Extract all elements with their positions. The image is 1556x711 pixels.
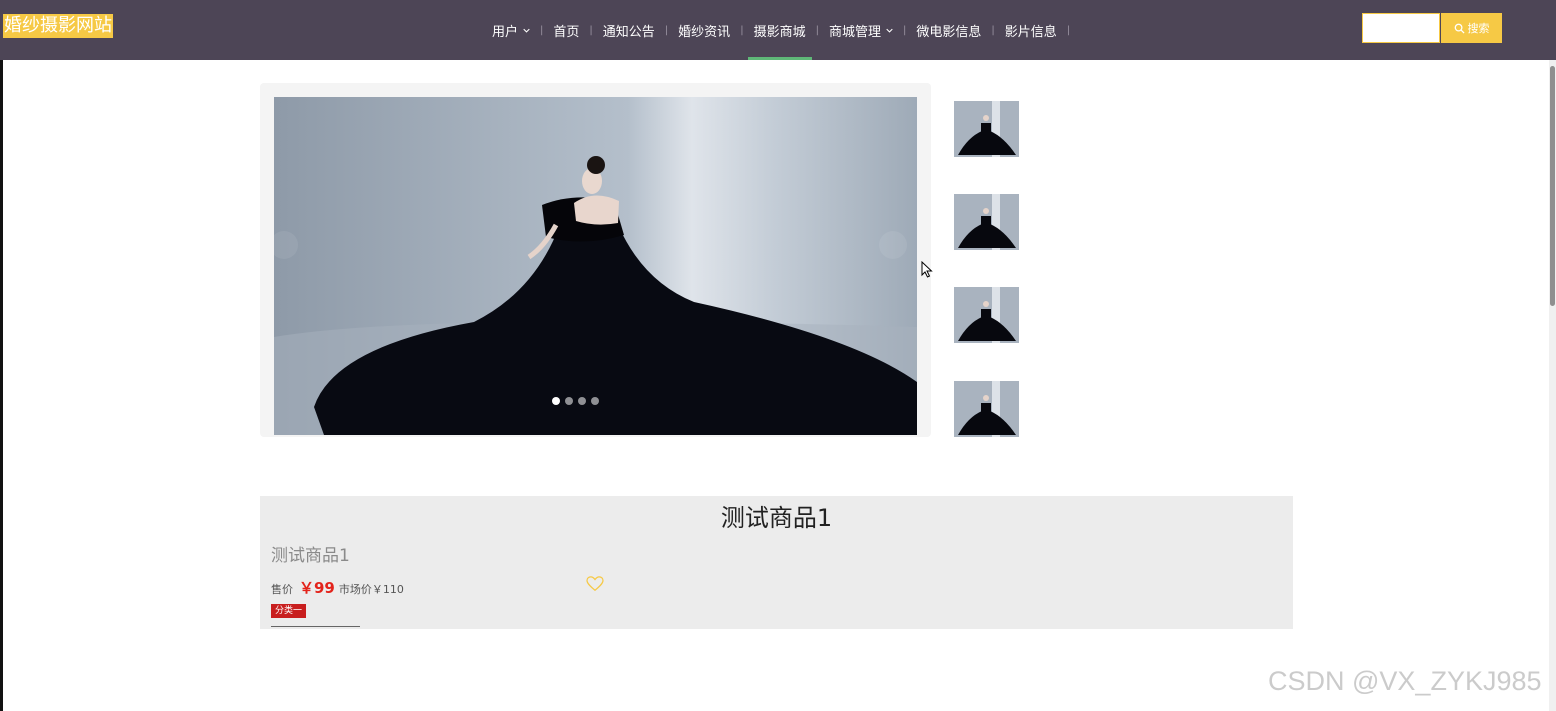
nav-item-user[interactable]: 用户: [486, 0, 536, 60]
market-price: 市场价￥110: [338, 583, 404, 596]
product-name: 测试商品1: [271, 546, 350, 566]
carousel-dot[interactable]: [552, 397, 560, 405]
nav-divider: |: [664, 24, 669, 36]
nav-divider: |: [991, 24, 995, 36]
mouse-cursor-icon: [921, 261, 933, 278]
nav-divider: |: [815, 24, 819, 36]
image-carousel: [260, 83, 931, 437]
nav-divider: |: [1066, 24, 1071, 36]
nav-item-micro-film[interactable]: 微电影信息: [910, 0, 987, 60]
window-edge: [0, 0, 3, 711]
nav-item-label: 影片信息: [1004, 24, 1057, 40]
favorite-heart-icon[interactable]: [586, 576, 604, 592]
nav-divider: |: [902, 24, 907, 36]
divider: [271, 626, 360, 627]
price-row: 售价 ￥99 市场价￥110: [271, 577, 404, 598]
nav-item-label: 首页: [553, 24, 580, 40]
nav-item-notices[interactable]: 通知公告: [597, 0, 661, 60]
nav-item-shop[interactable]: 摄影商城: [747, 0, 812, 60]
carousel-dot[interactable]: [591, 397, 599, 405]
nav-item-shop-manage[interactable]: 商城管理: [823, 0, 899, 60]
product-title: 测试商品1: [720, 504, 833, 532]
thumbnail-image[interactable]: [954, 381, 1019, 437]
carousel-indicators: [552, 397, 599, 405]
product-info-panel: 测试商品1 测试商品1 售价 ￥99 市场价￥110 分类一: [260, 496, 1293, 629]
search-input[interactable]: [1362, 13, 1440, 43]
carousel-dot[interactable]: [565, 397, 573, 405]
nav-divider: |: [589, 24, 593, 36]
thumbnail-image[interactable]: [954, 194, 1019, 250]
carousel-dot[interactable]: [578, 397, 586, 405]
nav-item-home[interactable]: 首页: [547, 0, 585, 60]
nav-item-films[interactable]: 影片信息: [999, 0, 1063, 60]
carousel-slide-image[interactable]: [274, 97, 917, 435]
carousel-prev-button[interactable]: [270, 231, 298, 259]
nav-item-label: 婚纱资讯: [678, 24, 731, 40]
site-logo[interactable]: 婚纱摄影网站: [3, 14, 113, 38]
carousel-next-button[interactable]: [879, 231, 907, 259]
thumbnail-image[interactable]: [954, 287, 1019, 343]
price-label: 售价: [271, 583, 293, 596]
top-navbar: 婚纱摄影网站 用户 | 首页 | 通知公告 | 婚纱资讯 | 摄影商城 | 商城…: [0, 0, 1556, 60]
search-icon: [1454, 23, 1465, 34]
nav-item-news[interactable]: 婚纱资讯: [672, 0, 736, 60]
search-button[interactable]: 搜索: [1441, 13, 1502, 43]
nav-divider: |: [540, 24, 544, 36]
nav-item-label: 用户: [492, 24, 519, 40]
watermark: CSDN @VX_ZYKJ985: [1268, 666, 1542, 696]
sale-price: ￥99: [299, 579, 335, 597]
chevron-down-icon: [886, 28, 893, 33]
category-tag[interactable]: 分类一: [271, 604, 307, 618]
nav-item-label: 商城管理: [828, 24, 881, 40]
scrollbar-thumb[interactable]: [1550, 66, 1555, 306]
nav-divider: |: [740, 24, 744, 36]
nav-item-label: 通知公告: [602, 24, 655, 40]
main-nav: 用户 | 首页 | 通知公告 | 婚纱资讯 | 摄影商城 | 商城管理 | 微电…: [486, 0, 1074, 60]
nav-item-label: 摄影商城: [753, 24, 806, 40]
nav-item-label: 微电影信息: [916, 24, 982, 40]
chevron-down-icon: [523, 28, 530, 33]
thumbnail-image[interactable]: [954, 101, 1019, 157]
search-button-label: 搜索: [1467, 22, 1490, 35]
